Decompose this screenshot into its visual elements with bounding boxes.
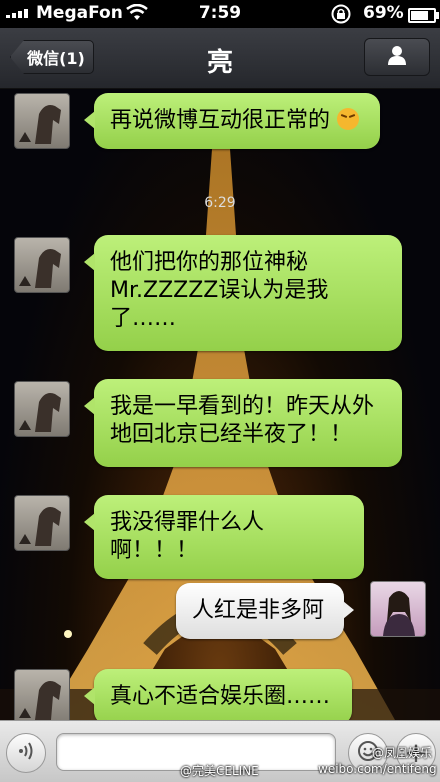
- message-text: 真心不适合娱乐圈……: [110, 684, 331, 709]
- message-text: 我是一早看到的！昨天从外地回北京已经半夜了！！: [110, 394, 375, 447]
- message-bubble-outgoing[interactable]: 人红是非多阿: [176, 583, 354, 639]
- contact-avatar[interactable]: [14, 237, 70, 293]
- message-bubble-incoming[interactable]: 他们把你的那位神秘Mr.ZZZZZ误认为是我了……: [84, 235, 402, 351]
- watermark-right-top: @凤凰娱乐: [372, 746, 433, 760]
- watermark-right: weibo.com/entifeng: [318, 762, 437, 776]
- battery-icon: [408, 8, 439, 23]
- navigation-bar: 微信(1) 亮: [0, 28, 440, 89]
- rotation-lock-icon: [330, 3, 352, 30]
- status-bar: MegaFon 7:59 69%: [0, 0, 440, 28]
- message-text: 人红是非多阿: [192, 598, 325, 623]
- angry-face-emoji-icon: [337, 108, 360, 130]
- contact-profile-button[interactable]: [364, 38, 430, 76]
- contact-avatar[interactable]: [14, 381, 70, 437]
- message-timestamp: 6:29: [204, 195, 236, 211]
- voice-icon: [16, 741, 36, 765]
- my-avatar[interactable]: [370, 581, 426, 637]
- battery-percentage: 69%: [363, 3, 404, 23]
- message-text: 再说微博互动很正常的: [110, 108, 331, 133]
- voice-input-button[interactable]: [6, 733, 46, 773]
- contact-avatar[interactable]: [14, 669, 70, 720]
- chat-area[interactable]: 再说微博互动很正常的 6:29 他们把你的那位神秘Mr.ZZZZZ误认为是我了……: [0, 89, 440, 720]
- watermark-left: @完美CELINE: [180, 764, 259, 778]
- message-bubble-incoming[interactable]: 我是一早看到的！昨天从外地回北京已经半夜了！！: [84, 379, 402, 467]
- message-text: 我没得罪什么人啊！！！: [110, 510, 265, 563]
- message-text: 他们把你的那位神秘Mr.ZZZZZ误认为是我了……: [110, 250, 329, 331]
- contact-avatar[interactable]: [14, 93, 70, 149]
- contact-avatar[interactable]: [14, 495, 70, 551]
- message-bubble-incoming[interactable]: 我没得罪什么人啊！！！: [84, 495, 364, 579]
- message-bubble-incoming[interactable]: 真心不适合娱乐圈……: [84, 669, 352, 720]
- person-icon: [386, 44, 408, 70]
- message-bubble-incoming[interactable]: 再说微博互动很正常的: [84, 93, 380, 149]
